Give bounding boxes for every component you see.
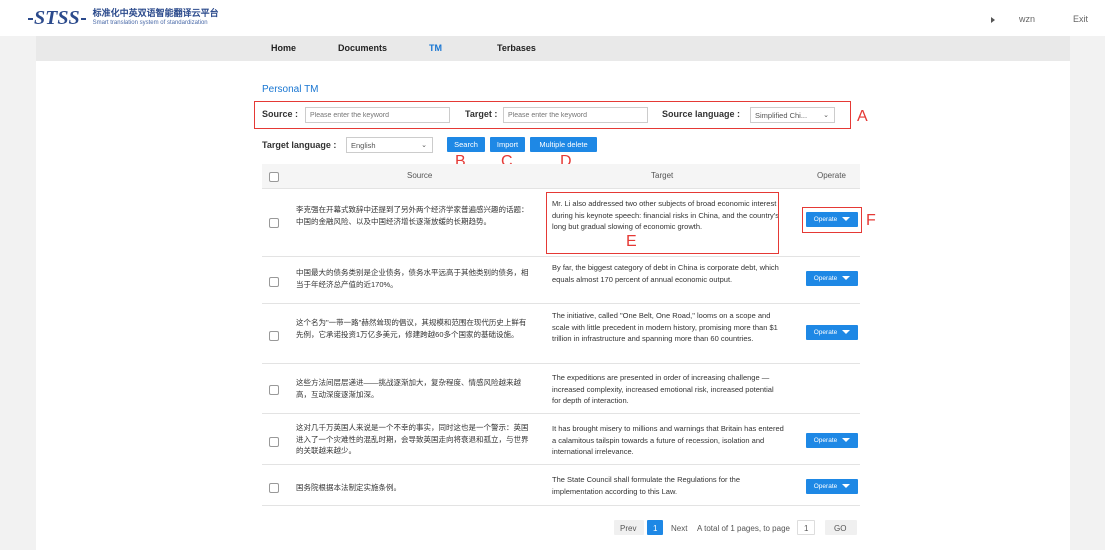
nav-tm[interactable]: TM xyxy=(429,43,442,53)
select-all-checkbox[interactable] xyxy=(269,172,279,182)
nav-home[interactable]: Home xyxy=(271,43,296,53)
row-divider xyxy=(262,363,860,364)
row-divider xyxy=(262,188,860,189)
nav-terbases[interactable]: Terbases xyxy=(497,43,536,53)
row-source-text: 李克强在开幕式致辞中还提到了另外两个经济学家普遍感兴趣的话题：中国的金融风险、以… xyxy=(296,205,529,226)
logo-english-title: Smart translation system of standardizat… xyxy=(92,20,208,26)
operate-label: Operate xyxy=(813,216,838,223)
row-checkbox[interactable] xyxy=(269,331,279,341)
page-title: Personal TM xyxy=(262,84,319,95)
caret-down-icon xyxy=(842,217,851,222)
operate-button[interactable]: Operate xyxy=(806,433,858,448)
annotation-a: A xyxy=(857,108,868,125)
next-page-button[interactable]: Next xyxy=(671,524,687,533)
current-page-button[interactable]: 1 xyxy=(653,524,657,533)
target-label: Target : xyxy=(465,109,498,119)
row-divider xyxy=(262,256,860,257)
search-button[interactable]: Search xyxy=(447,137,485,152)
row-source-text: 这对几千万英国人来说是一个不幸的事实，同时这也是一个警示：英国进入了一个灾难性的… xyxy=(296,423,529,455)
operate-label: Operate xyxy=(813,437,838,444)
row-target-text: It has brought misery to millions and wa… xyxy=(552,424,784,456)
nav-documents[interactable]: Documents xyxy=(338,43,387,53)
main-nav: Home Documents TM Terbases xyxy=(36,36,1070,61)
operate-button[interactable]: Operate xyxy=(806,212,858,227)
logo[interactable]: STSS 标准化中英双语智能翻译云平台 Smart translation sy… xyxy=(27,8,219,28)
annotation-box-e xyxy=(546,192,779,254)
row-divider xyxy=(262,303,860,304)
import-button[interactable]: Import xyxy=(490,137,525,152)
logo-mark: STSS xyxy=(27,8,87,28)
column-header-target: Target xyxy=(651,171,674,180)
row-divider xyxy=(262,464,860,465)
annotation-e: E xyxy=(626,233,637,250)
pagination-summary: A total of 1 pages, to page xyxy=(697,524,790,533)
operate-label: Operate xyxy=(813,483,838,490)
prev-page-button[interactable]: Prev xyxy=(620,524,636,533)
row-checkbox[interactable] xyxy=(269,277,279,287)
column-header-operate: Operate xyxy=(817,171,846,180)
exit-link[interactable]: Exit xyxy=(1073,14,1088,24)
target-language-value: English xyxy=(351,141,376,150)
row-target-text: The initiative, called "One Belt, One Ro… xyxy=(552,311,778,343)
operate-button[interactable]: Operate xyxy=(806,479,858,494)
caret-down-icon xyxy=(842,330,851,335)
source-language-select[interactable]: Simplified Chi... ⌄ xyxy=(750,107,835,123)
operate-label: Operate xyxy=(813,275,838,282)
target-language-label: Target language : xyxy=(262,140,337,150)
source-language-value: Simplified Chi... xyxy=(755,111,808,120)
user-menu[interactable]: wzn xyxy=(990,14,1035,24)
target-search-input[interactable] xyxy=(503,107,648,123)
row-checkbox[interactable] xyxy=(269,483,279,493)
top-header: STSS 标准化中英双语智能翻译云平台 Smart translation sy… xyxy=(0,0,1105,36)
row-divider xyxy=(262,505,860,506)
annotation-f: F xyxy=(866,212,876,229)
operate-button[interactable]: Operate xyxy=(806,271,858,286)
column-header-source: Source xyxy=(407,171,433,180)
row-source-text: 这个名为"一带一路"赫然耸现的倡议，其规模和范围在现代历史上鲜有先例，它承诺投资… xyxy=(296,318,527,339)
caret-right-icon xyxy=(990,16,995,23)
username: wzn xyxy=(1018,14,1035,24)
row-source-text: 这些方法间层层递进——挑战逐渐加大，复杂程度、情感风险越来越高，互动深度逐渐加深… xyxy=(296,378,521,399)
row-source-text: 国务院根据本法制定实施条例。 xyxy=(296,483,401,492)
caret-down-icon xyxy=(842,438,851,443)
caret-down-icon xyxy=(842,484,851,489)
caret-down-icon xyxy=(842,276,851,281)
source-language-label: Source language : xyxy=(662,109,741,119)
row-checkbox[interactable] xyxy=(269,218,279,228)
target-language-select[interactable]: English ⌄ xyxy=(346,137,433,153)
chevron-down-icon: ⌄ xyxy=(823,112,829,119)
source-search-input[interactable] xyxy=(305,107,450,123)
row-checkbox[interactable] xyxy=(269,437,279,447)
page-number-input[interactable]: 1 xyxy=(804,524,808,533)
operate-label: Operate xyxy=(813,329,838,336)
row-target-text: The expeditions are presented in order o… xyxy=(552,373,774,405)
row-target-text: By far, the biggest category of debt in … xyxy=(552,263,779,284)
go-button[interactable]: GO xyxy=(834,524,846,533)
source-label: Source : xyxy=(262,109,299,119)
chevron-down-icon: ⌄ xyxy=(421,142,427,149)
row-target-text: The State Council shall formulate the Re… xyxy=(552,475,741,496)
row-divider xyxy=(262,413,860,414)
multiple-delete-button[interactable]: Multiple delete xyxy=(530,137,597,152)
operate-button[interactable]: Operate xyxy=(806,325,858,340)
row-checkbox[interactable] xyxy=(269,385,279,395)
logo-chinese-title: 标准化中英双语智能翻译云平台 xyxy=(92,8,219,18)
table-header xyxy=(262,164,860,188)
row-source-text: 中国最大的债务类别是企业债务，债务水平远高于其他类别的债务，相当于年经济总产值的… xyxy=(296,268,529,289)
